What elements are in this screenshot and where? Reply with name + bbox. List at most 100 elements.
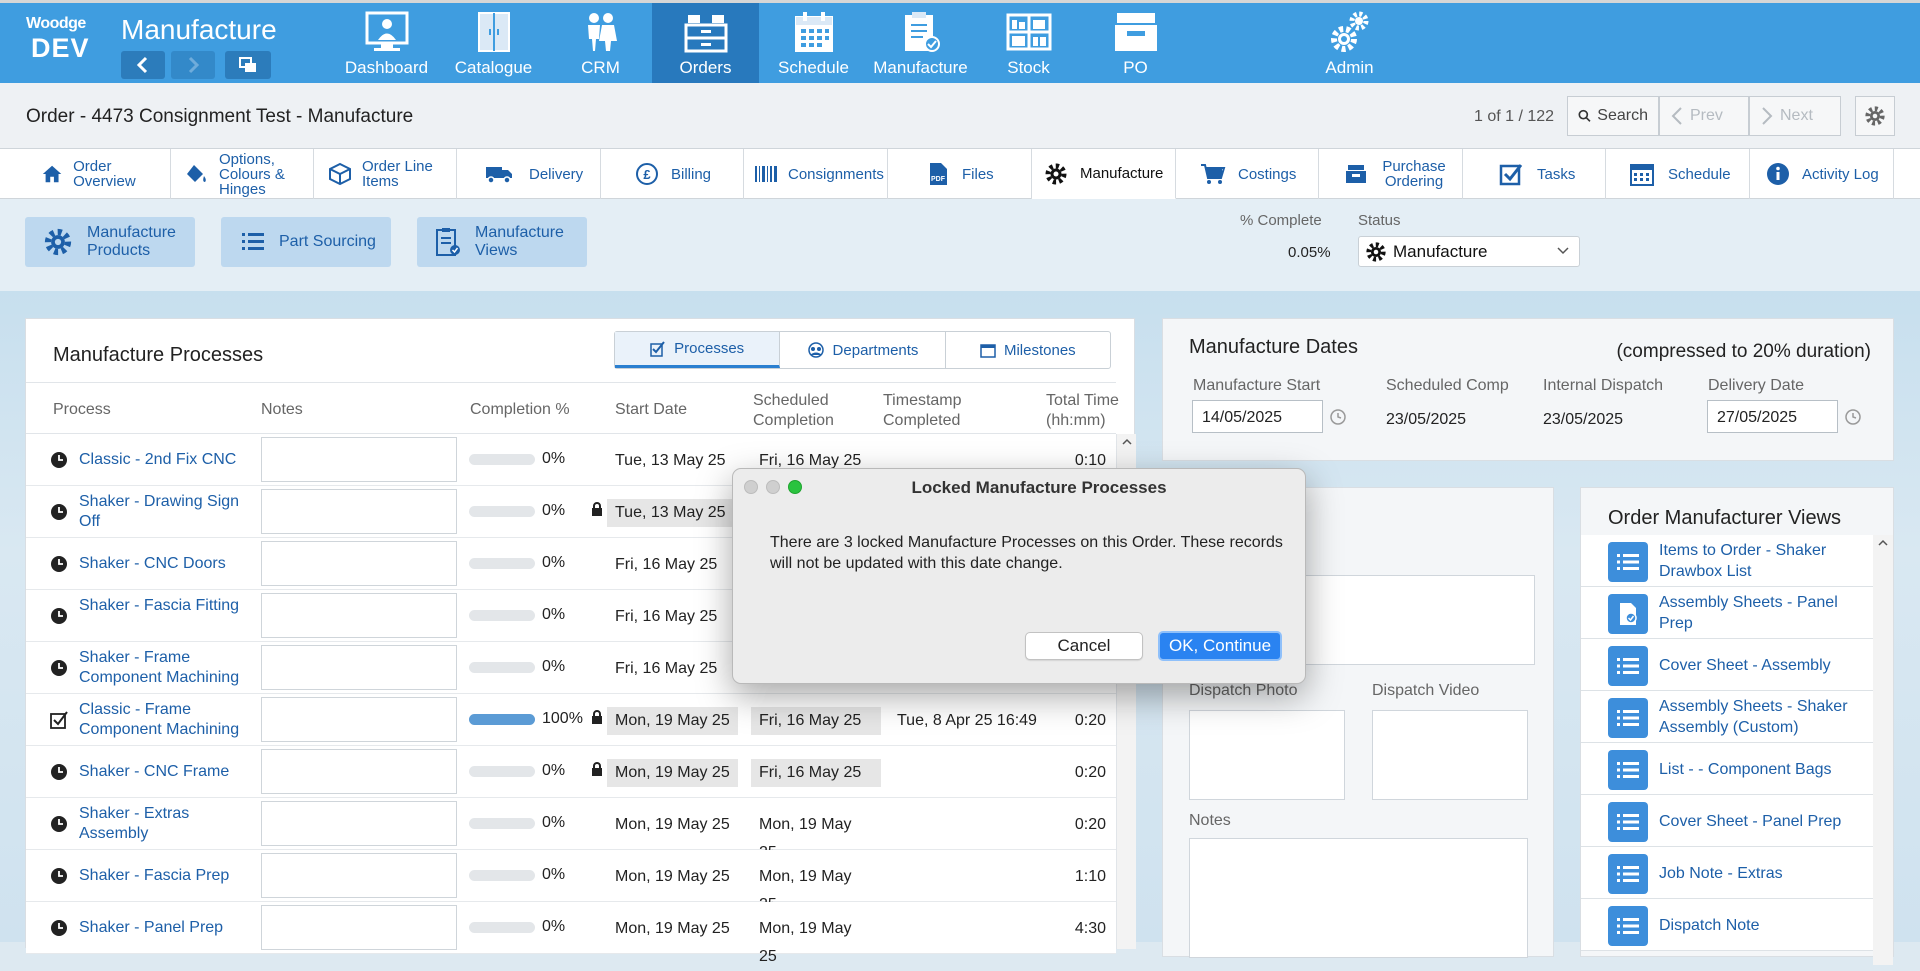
part-sourcing-button[interactable]: Part Sourcing (221, 217, 391, 267)
prev-button[interactable]: Prev (1659, 96, 1749, 136)
view-item[interactable]: List - - Component Bags (1581, 743, 1873, 795)
delivery-date-field[interactable]: 27/05/2025 (1707, 400, 1838, 433)
process-name[interactable]: Shaker - Fascia Prep (79, 866, 259, 886)
view-item[interactable]: Job Note - Extras (1581, 847, 1873, 899)
tab-activity-log[interactable]: Activity Log (1750, 149, 1894, 199)
tab-delivery[interactable]: Delivery (457, 149, 601, 199)
process-name[interactable]: Shaker - Drawing Sign Off (79, 492, 249, 532)
notes-field[interactable] (261, 853, 457, 898)
nav-catalogue[interactable]: Catalogue (440, 3, 547, 83)
tab-tasks[interactable]: Tasks (1463, 149, 1606, 199)
process-name[interactable]: Shaker - CNC Frame (79, 762, 259, 782)
settings-button[interactable] (1855, 96, 1895, 136)
segment-departments[interactable]: Departments (780, 332, 946, 368)
view-item[interactable]: Cover Sheet - Assembly (1581, 639, 1873, 691)
scheduled-completion[interactable]: Fri, 16 May 25 (751, 759, 881, 787)
nav-stock[interactable]: Stock (975, 3, 1082, 83)
tab-consignments[interactable]: Consignments (744, 149, 888, 199)
cancel-button[interactable]: Cancel (1025, 632, 1143, 660)
view-item[interactable]: Cover Sheet - Panel Prep (1581, 795, 1873, 847)
next-button[interactable]: Next (1749, 96, 1841, 136)
search-button[interactable]: Search (1567, 96, 1659, 136)
notes-field[interactable] (261, 593, 457, 638)
view-item[interactable]: Dispatch Note (1581, 899, 1873, 951)
tab-manufacture[interactable]: Manufacture (1032, 149, 1176, 199)
nav-label: Schedule (778, 58, 849, 77)
notes-field[interactable] (261, 645, 457, 690)
notes-box[interactable] (1189, 838, 1528, 958)
table-row[interactable]: Shaker - Extras Assembly 0% Mon, 19 May 25… (26, 798, 1116, 861)
notes-field[interactable] (261, 541, 457, 586)
nav-dashboard[interactable]: Dashboard (333, 3, 440, 83)
start-date[interactable]: Fri, 16 May 25 (607, 551, 725, 579)
scrollbar[interactable] (1873, 535, 1893, 965)
view-item[interactable]: Assembly Sheets - Shaker Assembly (Custo… (1581, 691, 1873, 743)
manufacture-start-field[interactable]: 14/05/2025 (1192, 400, 1323, 433)
nav-manufacture[interactable]: Manufacture (867, 3, 974, 83)
process-name[interactable]: Classic - Frame Component Machining (79, 700, 249, 740)
segment-milestones[interactable]: Milestones (946, 332, 1110, 368)
scheduled-completion[interactable]: Mon, 19 May 25 (751, 863, 881, 913)
start-date[interactable]: Fri, 16 May 25 (607, 603, 725, 631)
notes-field[interactable] (261, 801, 457, 846)
table-row[interactable]: Shaker - Panel Prep 0% Mon, 19 May 25 Mon, … (26, 902, 1116, 965)
view-item[interactable]: Items to Order - Shaker Drawbox List (1581, 535, 1873, 587)
notes-field[interactable] (261, 437, 457, 482)
table-row[interactable]: Classic - Frame Component Machining 100% M… (26, 694, 1116, 746)
nav-orders[interactable]: Orders (652, 3, 759, 83)
view-icon (1608, 802, 1648, 842)
nav-label: Manufacture (873, 58, 968, 77)
nav-label: Stock (1007, 58, 1050, 77)
view-item[interactable]: Assembly Sheets - Panel Prep (1581, 587, 1873, 639)
tab-order-overview[interactable]: Order Overview (27, 149, 171, 199)
notes-field[interactable] (261, 489, 457, 534)
notes-field[interactable] (261, 905, 457, 950)
process-name[interactable]: Shaker - Frame Component Machining (79, 648, 249, 688)
tab-purchase-ordering[interactable]: Purchase Ordering (1319, 149, 1463, 199)
process-name[interactable]: Classic - 2nd Fix CNC (79, 450, 259, 470)
process-name[interactable]: Shaker - Panel Prep (79, 918, 259, 938)
process-name[interactable]: Shaker - Fascia Fitting (79, 596, 249, 616)
forward-button[interactable] (171, 51, 215, 79)
start-date[interactable]: Mon, 19 May 25 (607, 707, 738, 735)
segment-processes[interactable]: Processes (615, 332, 781, 368)
table-row[interactable]: Shaker - Fascia Prep 0% Mon, 19 May 25 Mon,… (26, 850, 1116, 913)
tab-schedule[interactable]: Schedule (1606, 149, 1750, 199)
ok-continue-button[interactable]: OK, Continue (1158, 631, 1282, 661)
process-name[interactable]: Shaker - CNC Doors (79, 554, 259, 574)
tab-files[interactable]: PDF Files (888, 149, 1032, 199)
manufacture-views-button[interactable]: Manufacture Views (417, 217, 587, 267)
scheduled-completion[interactable]: Mon, 19 May 25 (751, 915, 881, 965)
start-date[interactable]: Mon, 19 May 25 (607, 863, 738, 891)
status-select[interactable]: Manufacture (1358, 236, 1580, 267)
reset-date-icon[interactable] (1329, 408, 1347, 426)
table-row[interactable]: Shaker - CNC Frame 0% Mon, 19 May 25 Fri, 1… (26, 746, 1116, 798)
nav-crm[interactable]: CRM (547, 3, 654, 83)
dispatch-photo-box[interactable] (1189, 710, 1345, 800)
new-window-button[interactable] (225, 51, 271, 79)
nav-label: Admin (1325, 58, 1374, 77)
start-date[interactable]: Mon, 19 May 25 (607, 915, 738, 943)
tab-billing[interactable]: £ Billing (601, 149, 744, 199)
view-label: Items to Order - Shaker Drawbox List (1659, 542, 1827, 580)
manufacture-products-button[interactable]: Manufacture Products (25, 217, 195, 267)
process-name[interactable]: Shaker - Extras Assembly (79, 804, 249, 844)
start-date[interactable]: Tue, 13 May 25 (607, 447, 734, 475)
scheduled-completion[interactable]: Mon, 19 May 25 (751, 811, 881, 861)
tab-order-line-items[interactable]: Order Line Items (314, 149, 457, 199)
notes-field[interactable] (261, 697, 457, 742)
nav-schedule[interactable]: Schedule (760, 3, 867, 83)
start-date[interactable]: Tue, 13 May 25 (607, 499, 734, 527)
tab-options[interactable]: Options, Colours & Hinges (171, 149, 314, 199)
tab-costings[interactable]: Costings (1176, 149, 1319, 199)
back-button[interactable] (121, 51, 165, 79)
start-date[interactable]: Mon, 19 May 25 (607, 759, 738, 787)
scheduled-completion[interactable]: Fri, 16 May 25 (751, 707, 881, 735)
nav-po[interactable]: PO (1082, 3, 1189, 83)
nav-admin[interactable]: Admin (1296, 3, 1403, 83)
dispatch-video-box[interactable] (1372, 710, 1528, 800)
notes-field[interactable] (261, 749, 457, 794)
start-date[interactable]: Fri, 16 May 25 (607, 655, 725, 683)
start-date[interactable]: Mon, 19 May 25 (607, 811, 738, 839)
reset-date-icon[interactable] (1844, 408, 1862, 426)
